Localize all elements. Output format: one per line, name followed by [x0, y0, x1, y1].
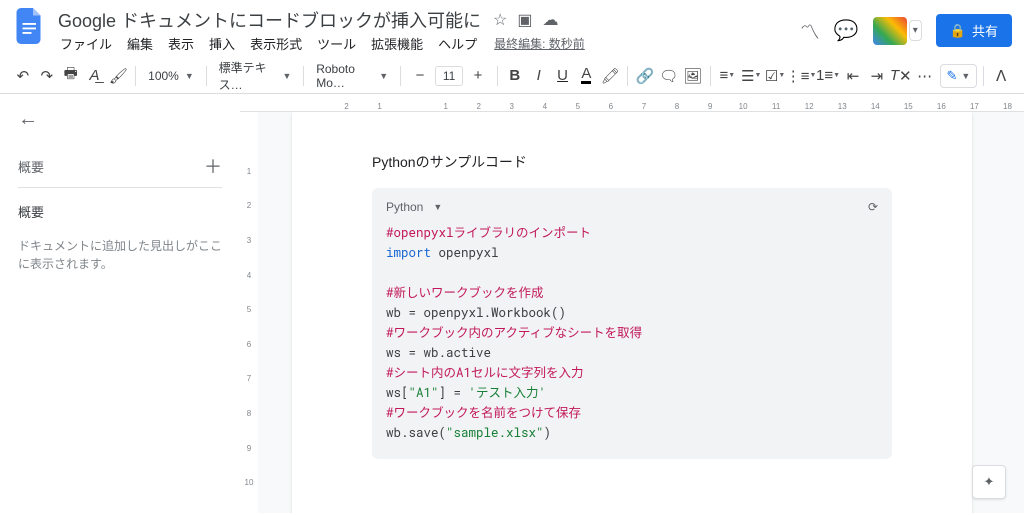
menu-format[interactable]: 表示形式 [244, 32, 308, 55]
redo-button[interactable]: ↷ [36, 63, 58, 89]
code-block[interactable]: Python▼ ⟳ #openpyxlライブラリのインポートimport ope… [372, 188, 892, 459]
code-line[interactable]: #新しいワークブックを作成 [386, 283, 878, 303]
font-size-increase[interactable]: + [465, 63, 491, 89]
outline-hint: ドキュメントに追加した見出しがここに表示されます。 [18, 237, 222, 273]
bulleted-list-button[interactable]: ⋮≡▼ [788, 63, 814, 89]
explore-button[interactable]: ✦ [972, 465, 1006, 499]
text-color-button[interactable]: A [575, 63, 597, 89]
more-toolbar-button[interactable]: ⋯ [914, 63, 936, 89]
code-copy-icon[interactable]: ⟳ [868, 198, 878, 217]
code-line[interactable]: ws["A1"] = 'テスト入力' [386, 383, 878, 403]
code-line[interactable]: #シート内のA1セルに文字列を入力 [386, 363, 878, 383]
vertical-ruler[interactable]: 12345678910 [240, 112, 258, 513]
outline-back-button[interactable]: ← [18, 108, 38, 131]
collapse-toolbar-button[interactable]: ᐱ [990, 63, 1012, 89]
undo-button[interactable]: ↶ [12, 63, 34, 89]
align-button[interactable]: ≡▼ [716, 63, 738, 89]
insert-link-button[interactable]: 🔗 [634, 63, 656, 89]
comments-icon[interactable]: 💬 [834, 18, 859, 43]
menu-insert[interactable]: 挿入 [203, 32, 241, 55]
editing-mode-button[interactable]: ✎ ▼ [940, 64, 978, 88]
indent-increase-button[interactable]: ⇥ [866, 63, 888, 89]
docs-logo-icon[interactable] [12, 8, 48, 44]
share-button[interactable]: 🔒 共有 [936, 14, 1012, 47]
meet-dropdown-icon[interactable]: ▾ [909, 20, 922, 41]
cloud-status-icon[interactable]: ☁ [543, 10, 559, 30]
document-title[interactable]: Google ドキュメントにコードブロックが挿入可能に [54, 6, 485, 34]
numbered-list-button[interactable]: 1≡▼ [816, 63, 840, 89]
code-line[interactable]: ws = wb.active [386, 343, 878, 363]
lock-icon: 🔒 [950, 23, 966, 39]
code-line[interactable]: import openpyxl [386, 243, 878, 263]
underline-button[interactable]: U [552, 63, 574, 89]
insert-comment-button[interactable]: 🗨 [658, 63, 680, 89]
last-edit-label[interactable]: 最終編集: 数秒前 [494, 35, 585, 52]
font-size-decrease[interactable]: − [407, 63, 433, 89]
menu-extensions[interactable]: 拡張機能 [365, 32, 429, 55]
font-family-select[interactable]: Roboto Mo…▼ [310, 60, 394, 92]
spellcheck-button[interactable]: A̲ [84, 63, 106, 89]
highlight-button[interactable]: 🖍 [599, 63, 621, 89]
italic-button[interactable]: I [528, 63, 550, 89]
menu-edit[interactable]: 編集 [121, 32, 159, 55]
menu-tools[interactable]: ツール [311, 32, 362, 55]
outline-title: 概要 [18, 157, 44, 176]
paint-format-button[interactable]: 🖌 [107, 63, 129, 89]
code-line[interactable]: #openpyxlライブラリのインポート [386, 223, 878, 243]
menu-bar: ファイル 編集 表示 挿入 表示形式 ツール 拡張機能 ヘルプ 最終編集: 数秒… [54, 32, 800, 54]
menu-view[interactable]: 表示 [162, 32, 200, 55]
print-button[interactable]: 🖶 [60, 63, 82, 89]
outline-item[interactable]: 概要 [18, 198, 222, 225]
font-size-input[interactable]: 11 [435, 66, 463, 86]
horizontal-ruler[interactable]: 21123456789101112131415161718 [240, 94, 1024, 112]
paragraph-style-select[interactable]: 標準テキス…▼ [213, 57, 298, 95]
outline-panel: ← 概要 ＋ 概要 ドキュメントに追加した見出しがここに表示されます。 [0, 94, 240, 513]
toolbar: ↶ ↷ 🖶 A̲ 🖌 100%▼ 標準テキス…▼ Roboto Mo…▼ − 1… [0, 58, 1024, 94]
activity-icon[interactable]: 〽 [800, 16, 820, 45]
code-line[interactable]: wb.save("sample.xlsx") [386, 423, 878, 443]
menu-file[interactable]: ファイル [54, 32, 118, 55]
code-language-select[interactable]: Python▼ [386, 198, 442, 217]
code-line[interactable]: #ワークブック内のアクティブなシートを取得 [386, 323, 878, 343]
insert-image-button[interactable]: 🖼 [682, 63, 704, 89]
outline-add-button[interactable]: ＋ [204, 153, 222, 179]
clear-format-button[interactable]: T✕ [890, 63, 912, 89]
meet-icon[interactable] [873, 17, 907, 45]
checklist-button[interactable]: ☑▼ [764, 63, 786, 89]
bold-button[interactable]: B [504, 63, 526, 89]
menu-help[interactable]: ヘルプ [432, 32, 483, 55]
zoom-select[interactable]: 100%▼ [142, 67, 200, 85]
document-page[interactable]: Pythonのサンプルコード Python▼ ⟳ #openpyxlライブラリの… [292, 112, 972, 513]
code-line[interactable] [386, 263, 878, 283]
move-icon[interactable]: ▣ [517, 10, 532, 30]
document-heading[interactable]: Pythonのサンプルコード [372, 152, 892, 172]
code-line[interactable]: #ワークブックを名前をつけて保存 [386, 403, 878, 423]
indent-decrease-button[interactable]: ⇤ [842, 63, 864, 89]
code-line[interactable]: wb = openpyxl.Workbook() [386, 303, 878, 323]
star-icon[interactable]: ☆ [493, 10, 507, 30]
line-spacing-button[interactable]: ☰▼ [740, 63, 762, 89]
